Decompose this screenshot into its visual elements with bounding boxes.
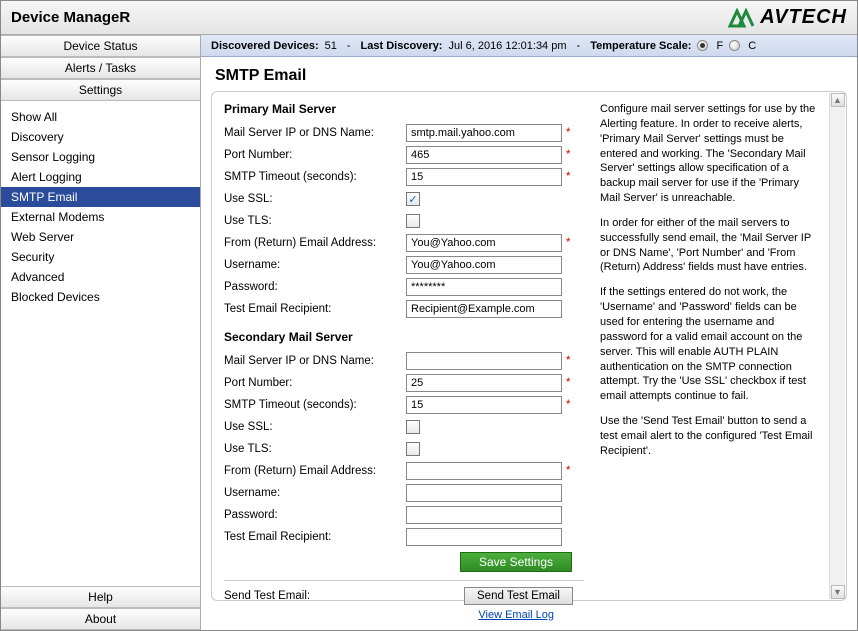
primary-test-recipient-label: Test Email Recipient: bbox=[224, 303, 406, 315]
scrollbar[interactable]: ▲ ▼ bbox=[829, 93, 845, 599]
secondary-tls-checkbox[interactable] bbox=[406, 442, 420, 456]
send-test-email-button[interactable]: Send Test Email bbox=[464, 587, 573, 605]
temp-scale-label: Temperature Scale: bbox=[590, 40, 691, 52]
help-paragraph: In order for either of the mail servers … bbox=[600, 216, 816, 275]
required-marker: * bbox=[566, 149, 574, 161]
help-text: Configure mail server settings for use b… bbox=[600, 102, 834, 594]
primary-port-input[interactable] bbox=[406, 146, 562, 164]
nav-about[interactable]: About bbox=[1, 608, 200, 630]
avtech-logo-icon bbox=[728, 8, 754, 28]
secondary-from-label: From (Return) Email Address: bbox=[224, 465, 406, 477]
scroll-down-icon[interactable]: ▼ bbox=[831, 585, 845, 599]
nav-blocked-devices[interactable]: Blocked Devices bbox=[1, 287, 200, 307]
divider bbox=[224, 580, 584, 581]
secondary-password-label: Password: bbox=[224, 509, 406, 521]
primary-section-title: Primary Mail Server bbox=[224, 102, 584, 116]
secondary-timeout-label: SMTP Timeout (seconds): bbox=[224, 399, 406, 411]
primary-username-label: Username: bbox=[224, 259, 406, 271]
temp-scale-c: C bbox=[748, 40, 756, 52]
temp-scale-c-radio[interactable] bbox=[729, 40, 740, 51]
primary-tls-checkbox[interactable] bbox=[406, 214, 420, 228]
primary-password-label: Password: bbox=[224, 281, 406, 293]
app-title: Device ManageR bbox=[11, 9, 130, 26]
secondary-test-recipient-label: Test Email Recipient: bbox=[224, 531, 406, 543]
secondary-section-title: Secondary Mail Server bbox=[224, 330, 584, 344]
primary-username-input[interactable] bbox=[406, 256, 562, 274]
primary-password-input[interactable] bbox=[406, 278, 562, 296]
settings-nav-list: Show All Discovery Sensor Logging Alert … bbox=[1, 101, 200, 586]
primary-tls-label: Use TLS: bbox=[224, 215, 406, 227]
primary-timeout-label: SMTP Timeout (seconds): bbox=[224, 171, 406, 183]
primary-ssl-checkbox[interactable]: ✓ bbox=[406, 192, 420, 206]
nav-security[interactable]: Security bbox=[1, 247, 200, 267]
help-paragraph: Use the 'Send Test Email' button to send… bbox=[600, 414, 816, 459]
secondary-username-label: Username: bbox=[224, 487, 406, 499]
settings-panel: Primary Mail Server Mail Server IP or DN… bbox=[211, 91, 847, 601]
nav-alert-logging[interactable]: Alert Logging bbox=[1, 167, 200, 187]
primary-from-label: From (Return) Email Address: bbox=[224, 237, 406, 249]
temp-scale-f: F bbox=[716, 40, 723, 52]
page-title: SMTP Email bbox=[215, 67, 843, 85]
secondary-ssl-label: Use SSL: bbox=[224, 421, 406, 433]
tab-settings[interactable]: Settings bbox=[1, 79, 200, 101]
secondary-port-input[interactable] bbox=[406, 374, 562, 392]
primary-server-input[interactable] bbox=[406, 124, 562, 142]
primary-timeout-input[interactable] bbox=[406, 168, 562, 186]
nav-help[interactable]: Help bbox=[1, 586, 200, 608]
nav-show-all[interactable]: Show All bbox=[1, 107, 200, 127]
secondary-server-input[interactable] bbox=[406, 352, 562, 370]
last-discovery-value: Jul 6, 2016 12:01:34 pm bbox=[448, 40, 566, 52]
send-test-email-label: Send Test Email: bbox=[224, 590, 464, 602]
nav-sensor-logging[interactable]: Sensor Logging bbox=[1, 147, 200, 167]
nav-web-server[interactable]: Web Server bbox=[1, 227, 200, 247]
secondary-server-label: Mail Server IP or DNS Name: bbox=[224, 355, 406, 367]
required-marker: * bbox=[566, 377, 574, 389]
primary-server-label: Mail Server IP or DNS Name: bbox=[224, 127, 406, 139]
secondary-from-input[interactable] bbox=[406, 462, 562, 480]
secondary-tls-label: Use TLS: bbox=[224, 443, 406, 455]
secondary-test-recipient-input[interactable] bbox=[406, 528, 562, 546]
help-paragraph: If the settings entered do not work, the… bbox=[600, 285, 816, 404]
temp-scale-f-radio[interactable] bbox=[697, 40, 708, 51]
tab-device-status[interactable]: Device Status bbox=[1, 35, 200, 57]
required-marker: * bbox=[566, 237, 574, 249]
tab-alerts-tasks[interactable]: Alerts / Tasks bbox=[1, 57, 200, 79]
nav-smtp-email[interactable]: SMTP Email bbox=[1, 187, 200, 207]
primary-ssl-label: Use SSL: bbox=[224, 193, 406, 205]
secondary-port-label: Port Number: bbox=[224, 377, 406, 389]
required-marker: * bbox=[566, 355, 574, 367]
required-marker: * bbox=[566, 465, 574, 477]
secondary-ssl-checkbox[interactable] bbox=[406, 420, 420, 434]
status-bar: Discovered Devices: 51 - Last Discovery:… bbox=[201, 35, 857, 57]
primary-from-input[interactable] bbox=[406, 234, 562, 252]
save-settings-button[interactable]: Save Settings bbox=[460, 552, 572, 572]
brand-logo: AVTECH bbox=[728, 6, 847, 29]
discovered-count: 51 bbox=[325, 40, 337, 52]
required-marker: * bbox=[566, 171, 574, 183]
view-email-log-link[interactable]: View Email Log bbox=[224, 609, 584, 621]
last-discovery-label: Last Discovery: bbox=[361, 40, 443, 52]
discovered-label: Discovered Devices: bbox=[211, 40, 319, 52]
nav-advanced[interactable]: Advanced bbox=[1, 267, 200, 287]
help-paragraph: Configure mail server settings for use b… bbox=[600, 102, 816, 206]
primary-port-label: Port Number: bbox=[224, 149, 406, 161]
scroll-up-icon[interactable]: ▲ bbox=[831, 93, 845, 107]
secondary-timeout-input[interactable] bbox=[406, 396, 562, 414]
secondary-username-input[interactable] bbox=[406, 484, 562, 502]
required-marker: * bbox=[566, 399, 574, 411]
nav-discovery[interactable]: Discovery bbox=[1, 127, 200, 147]
secondary-password-input[interactable] bbox=[406, 506, 562, 524]
primary-test-recipient-input[interactable] bbox=[406, 300, 562, 318]
required-marker: * bbox=[566, 127, 574, 139]
nav-external-modems[interactable]: External Modems bbox=[1, 207, 200, 227]
